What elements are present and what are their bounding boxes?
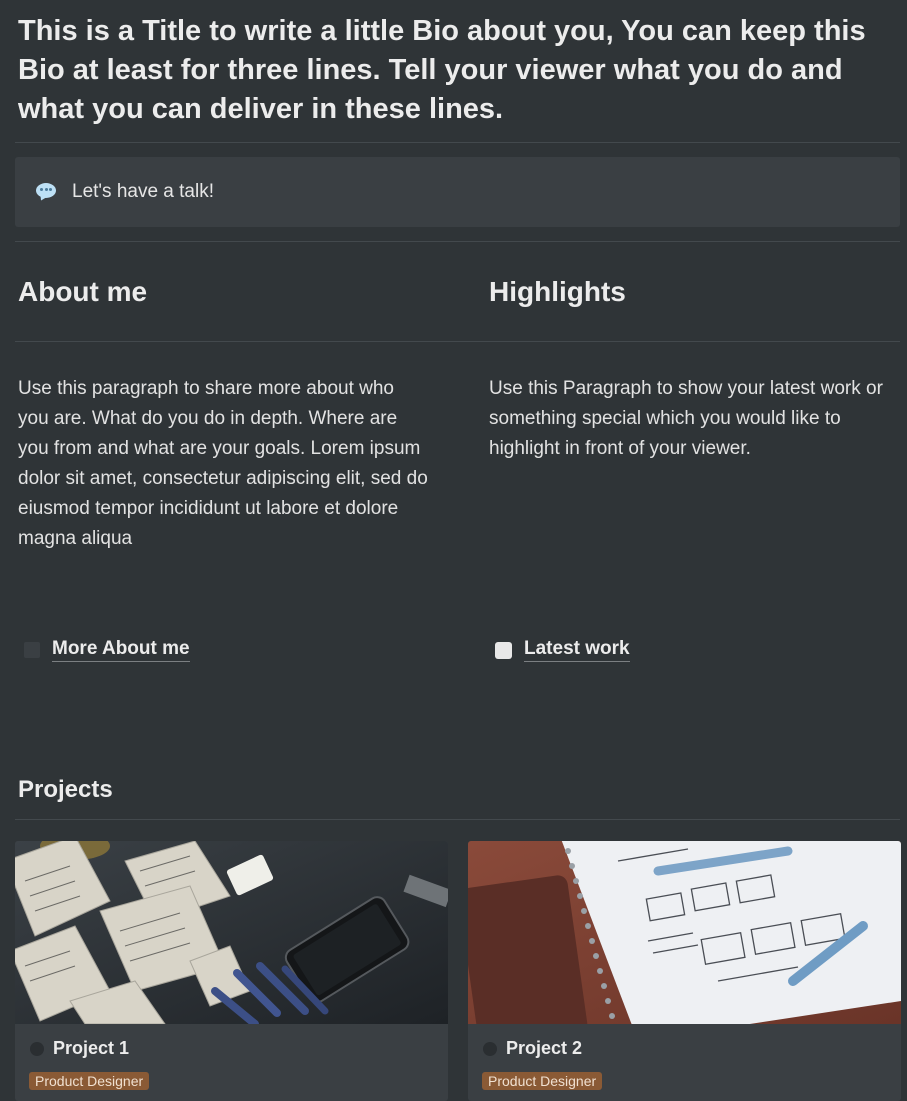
project-image xyxy=(468,841,901,1024)
project-title-row: Project 2 xyxy=(483,1038,582,1059)
highlights-heading: Highlights xyxy=(489,276,626,307)
project-name[interactable]: Project 1 xyxy=(53,1038,129,1059)
speech-bubble-icon xyxy=(35,181,57,203)
checkbox-icon[interactable] xyxy=(24,642,40,658)
project-tag: Product Designer xyxy=(482,1072,603,1090)
project-card[interactable]: Project 2 Product Designer xyxy=(468,841,901,1101)
more-about-me-label[interactable]: More About me xyxy=(52,638,190,662)
page-icon xyxy=(483,1041,497,1056)
more-about-me-link[interactable]: More About me xyxy=(24,638,190,662)
latest-work-link[interactable]: Latest work xyxy=(495,638,630,662)
project-name[interactable]: Project 2 xyxy=(506,1038,582,1059)
callout-text: Let's have a talk! xyxy=(72,181,214,202)
checkbox-icon[interactable] xyxy=(495,641,512,659)
about-paragraph: Use this paragraph to share more about w… xyxy=(18,378,428,549)
projects-heading: Projects xyxy=(18,776,113,803)
latest-work-label[interactable]: Latest work xyxy=(524,638,630,662)
highlights-paragraph: Use this Paragraph to show your latest w… xyxy=(489,378,883,459)
bio-title: This is a Title to write a little Bio ab… xyxy=(18,15,866,125)
project-image xyxy=(15,841,448,1024)
about-heading: About me xyxy=(18,276,148,307)
page-icon xyxy=(30,1041,44,1056)
page: This is a Title to write a little Bio ab… xyxy=(0,0,907,1101)
divider xyxy=(15,142,900,143)
project-title-row: Project 1 xyxy=(30,1038,129,1059)
divider xyxy=(15,341,900,342)
project-tag: Product Designer xyxy=(29,1072,150,1090)
divider xyxy=(15,819,900,820)
project-card[interactable]: Project 1 Product Designer xyxy=(15,841,448,1101)
divider xyxy=(15,241,900,242)
talk-callout[interactable]: Let's have a talk! xyxy=(15,157,900,227)
